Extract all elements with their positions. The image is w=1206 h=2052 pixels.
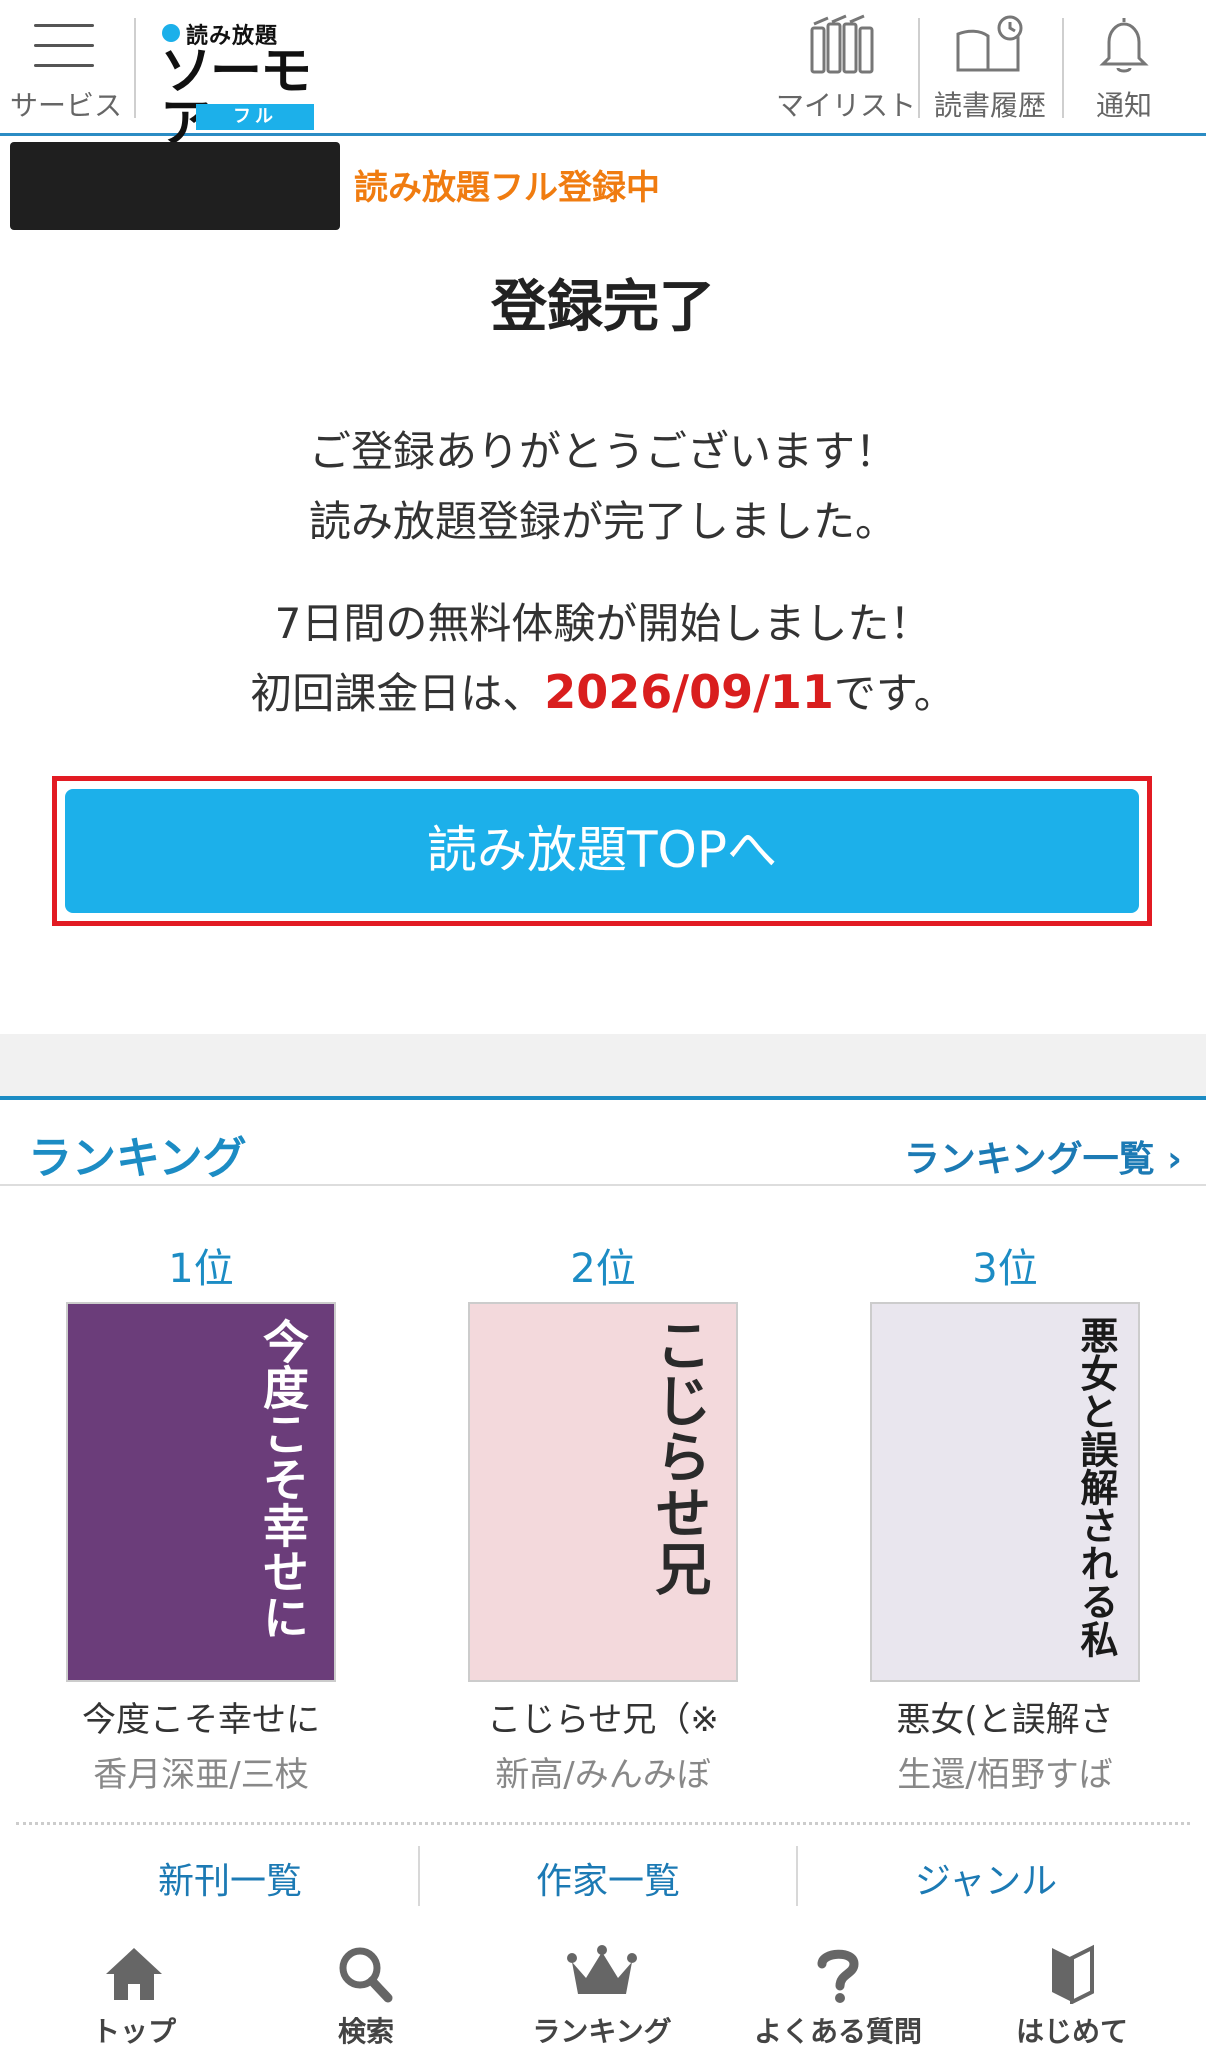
cover-title: こじらせ兄 — [646, 1316, 712, 1596]
cta-highlight-frame: 読み放題TOPへ — [52, 776, 1152, 926]
ranking-list-link[interactable]: ランキング一覧 › — [904, 1130, 1182, 1182]
question-mark-icon — [817, 1949, 859, 2003]
site-logo[interactable]: 読み放題 ソーモア フル — [158, 16, 318, 150]
divider — [796, 1846, 798, 1906]
mylist-button[interactable]: マイリスト — [776, 14, 916, 122]
genre-link[interactable]: ジャンル — [806, 1852, 1166, 1904]
bookshelf-icon — [810, 14, 874, 74]
section-rule — [0, 1096, 1206, 1100]
trial-line: 7日間の無料体験が開始しました！ — [274, 599, 932, 648]
thanks-line-1: ご登録ありがとうございます！ — [308, 427, 897, 476]
ranking-item-1[interactable]: 1位 今度こそ幸せに 今度こそ幸せに 香月深亜/三枝 — [56, 1236, 346, 1796]
logo-main: ソーモア — [160, 42, 312, 154]
search-icon — [339, 1947, 393, 2003]
service-menu-label: サービス — [10, 89, 123, 122]
cover-title: 今度こそ幸せに — [256, 1318, 310, 1640]
billing-line: 初回課金日は、2026/09/11です。 — [0, 660, 1206, 721]
dotted-divider — [16, 1822, 1190, 1825]
ranking-item-2[interactable]: 2位 こじらせ兄 こじらせ兄（※ 新高/みんみぼ — [458, 1236, 748, 1796]
history-button[interactable]: 読書履歴 — [924, 14, 1056, 122]
subscription-status: 読み放題フル登録中 — [354, 168, 660, 208]
book-cover[interactable]: 今度こそ幸せに — [66, 1302, 336, 1682]
divider — [418, 1846, 420, 1906]
ranking-divider — [0, 1184, 1206, 1186]
nav-top[interactable]: トップ — [34, 1944, 234, 2050]
home-icon — [106, 1948, 162, 2000]
beginner-mark-icon — [1052, 1944, 1094, 2004]
hamburger-icon — [34, 24, 94, 70]
ranking-heading: ランキング — [28, 1133, 247, 1184]
logo-pill: フル — [196, 104, 314, 130]
cover-title: 悪女と誤解される私 — [1074, 1316, 1119, 1658]
nav-search-label: 検索 — [337, 2015, 394, 2048]
mylist-label: マイリスト — [776, 89, 917, 122]
book-cover[interactable]: 悪女と誤解される私 — [870, 1302, 1140, 1682]
open-book-clock-icon — [956, 15, 1023, 72]
service-menu-button[interactable]: サービス — [10, 18, 122, 122]
logo-dot — [162, 24, 180, 42]
divider — [918, 18, 920, 118]
rank-position: 2位 — [570, 1246, 636, 1292]
book-title: こじらせ兄（※ — [487, 1700, 719, 1740]
rank-position: 1位 — [168, 1246, 234, 1292]
new-releases-link[interactable]: 新刊一覧 — [50, 1852, 410, 1904]
notification-label: 通知 — [1095, 89, 1152, 122]
page-title: 登録完了 — [491, 275, 715, 340]
app-header: サービス 読み放題 ソーモア フル マイリスト 読書履歴 通知 — [0, 0, 1206, 150]
book-author: 新高/みんみぼ — [495, 1755, 711, 1795]
nav-faq-label: よくある質問 — [753, 2015, 922, 2048]
nav-ranking-label: ランキング — [532, 2015, 672, 2048]
nav-search[interactable]: 検索 — [266, 1944, 466, 2050]
nav-top-label: トップ — [91, 2015, 176, 2048]
nav-start-label: はじめて — [1015, 2015, 1128, 2048]
nav-start[interactable]: はじめて — [972, 1944, 1172, 2050]
book-author: 生還/栢野すば — [897, 1755, 1113, 1795]
divider — [134, 18, 136, 118]
section-band — [0, 1034, 1206, 1098]
billing-prefix: 初回課金日は、 — [250, 669, 545, 718]
unlimited-top-button[interactable]: 読み放題TOPへ — [65, 789, 1139, 913]
ranking-item-3[interactable]: 3位 悪女と誤解される私 悪女(と誤解さ 生還/栢野すば — [860, 1236, 1150, 1796]
thanks-line-2: 読み放題登録が完了しました。 — [308, 497, 897, 546]
book-title: 悪女(と誤解さ — [896, 1700, 1114, 1740]
notification-button[interactable]: 通知 — [1068, 14, 1180, 122]
billing-suffix: です。 — [833, 669, 956, 718]
history-label: 読書履歴 — [933, 89, 1046, 122]
nav-faq[interactable]: よくある質問 — [738, 1944, 938, 2050]
masked-username — [10, 142, 340, 230]
book-author: 香月深亜/三枝 — [93, 1755, 309, 1795]
book-title: 今度こそ幸せに — [82, 1700, 320, 1740]
nav-ranking[interactable]: ランキング — [502, 1944, 702, 2050]
authors-link[interactable]: 作家一覧 — [428, 1852, 788, 1904]
bell-icon — [1099, 18, 1149, 73]
book-cover[interactable]: こじらせ兄 — [468, 1302, 738, 1682]
rank-position: 3位 — [972, 1246, 1038, 1292]
bottom-navigation: トップ 検索 ランキング よくある質問 はじめて — [0, 1934, 1206, 2052]
divider — [1062, 18, 1064, 118]
crown-icon — [567, 1945, 637, 1994]
billing-date: 2026/09/11 — [544, 665, 834, 719]
